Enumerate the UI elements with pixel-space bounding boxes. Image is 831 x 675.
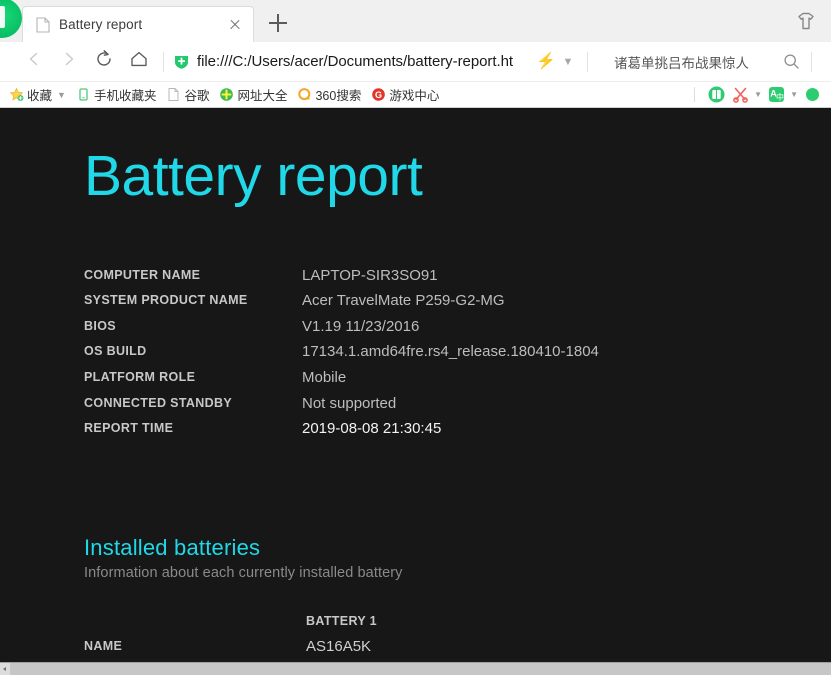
battery-report-page: Battery report COMPUTER NAME LAPTOP-SIR3… — [0, 108, 831, 662]
table-row: CONNECTED STANDBY Not supported — [84, 391, 599, 417]
scissors-screenshot-icon[interactable] — [729, 84, 751, 106]
home-icon — [129, 49, 149, 74]
bookmark-label: 谷歌 — [184, 85, 209, 104]
table-row: COMPUTER NAME LAPTOP-SIR3SO91 — [84, 263, 599, 289]
reload-button[interactable] — [88, 46, 119, 77]
reading-mode-icon[interactable] — [705, 84, 727, 106]
bookmarks-bar: 收藏 ▼ 手机收藏夹 谷歌 — [0, 82, 831, 108]
translate-icon[interactable]: A 中 — [765, 84, 787, 106]
table-row: REPORT TIME 2019-08-08 21:30:45 — [84, 416, 599, 442]
page-viewport: Battery report COMPUTER NAME LAPTOP-SIR3… — [0, 108, 831, 675]
svg-text:中: 中 — [776, 92, 784, 102]
orange-o-icon — [297, 87, 312, 102]
info-label: COMPUTER NAME — [84, 263, 302, 289]
tab-title: Battery report — [59, 17, 219, 32]
green-shield-plus-icon[interactable] — [173, 53, 190, 70]
horizontal-scrollbar[interactable] — [0, 662, 831, 675]
battery-label: NAME — [84, 634, 306, 659]
table-row: PLATFORM ROLE Mobile — [84, 365, 599, 391]
scroll-left-arrow-icon[interactable] — [0, 663, 10, 675]
bookmark-url-directory[interactable]: 网址大全 — [214, 84, 292, 106]
address-bar[interactable]: file:///C:/Users/acer/Documents/battery-… — [173, 47, 578, 77]
page-document-icon — [166, 87, 181, 102]
search-input[interactable]: 诸葛单挑吕布战果惊人 — [614, 52, 780, 72]
battery-info-table: BATTERY 1 NAME AS16A5K — [84, 609, 377, 659]
bookmark-label: 360搜索 — [315, 85, 361, 104]
info-label: SYSTEM PRODUCT NAME — [84, 288, 302, 314]
forward-button[interactable] — [53, 46, 84, 77]
table-row: BIOS V1.19 11/23/2016 — [84, 314, 599, 340]
bookmark-game-center[interactable]: G 游戏中心 — [366, 84, 444, 106]
svg-text:G: G — [375, 90, 382, 100]
chevron-down-icon[interactable]: ▼ — [558, 56, 578, 68]
info-label: REPORT TIME — [84, 416, 302, 442]
chevron-down-icon[interactable]: ▼ — [789, 90, 799, 99]
bookmark-label: 网址大全 — [237, 85, 287, 104]
info-value: Not supported — [302, 391, 599, 417]
red-g-circle-icon: G — [371, 87, 386, 102]
bookmark-mobile-favorites[interactable]: 手机收藏夹 — [71, 84, 162, 106]
extension-icon[interactable] — [801, 84, 823, 106]
section-heading: Installed batteries — [84, 535, 831, 561]
lightning-bolt-icon[interactable]: ⚡ — [536, 54, 556, 70]
t-shirt-icon[interactable] — [793, 8, 819, 34]
close-icon[interactable] — [225, 15, 245, 35]
bookmark-360-search[interactable]: 360搜索 — [292, 84, 366, 106]
search-box[interactable]: 诸葛单挑吕布战果惊人 — [597, 47, 802, 77]
table-row: OS BUILD 17134.1.amd64fre.rs4_release.18… — [84, 339, 599, 365]
info-label: BIOS — [84, 314, 302, 340]
bookmarks-bar-tools: ▼ A 中 ▼ — [686, 84, 823, 106]
bookmark-google[interactable]: 谷歌 — [161, 84, 214, 106]
navigation-toolbar: file:///C:/Users/acer/Documents/battery-… — [0, 42, 831, 82]
section-subheading: Information about each currently install… — [84, 565, 831, 581]
info-value: V1.19 11/23/2016 — [302, 314, 599, 340]
tab-strip: Battery report — [0, 0, 831, 42]
browser-window: Battery report — [0, 0, 831, 675]
empty-corner-cell — [84, 609, 306, 634]
info-value: Acer TravelMate P259-G2-MG — [302, 288, 599, 314]
360-browser-logo-icon[interactable] — [0, 0, 22, 38]
info-value: 17134.1.amd64fre.rs4_release.180410-1804 — [302, 339, 599, 365]
system-info-table: COMPUTER NAME LAPTOP-SIR3SO91 SYSTEM PRO… — [84, 263, 599, 442]
info-label: PLATFORM ROLE — [84, 365, 302, 391]
reload-icon — [94, 49, 114, 74]
bookmark-favorites[interactable]: 收藏 ▼ — [4, 84, 71, 106]
bookmark-label: 收藏 — [27, 85, 52, 104]
chevron-right-icon — [60, 50, 78, 73]
bookmark-label: 手机收藏夹 — [94, 85, 157, 104]
bookmark-label: 游戏中心 — [389, 85, 439, 104]
info-label: OS BUILD — [84, 339, 302, 365]
toolbar-divider — [163, 52, 164, 72]
star-icon — [9, 87, 24, 102]
toolbar-divider-3 — [811, 52, 812, 72]
table-row: SYSTEM PRODUCT NAME Acer TravelMate P259… — [84, 288, 599, 314]
info-value: LAPTOP-SIR3SO91 — [302, 263, 599, 289]
url-text: file:///C:/Users/acer/Documents/battery-… — [197, 53, 530, 70]
home-button[interactable] — [123, 46, 154, 77]
installed-batteries-section: Installed batteries Information about ea… — [84, 535, 831, 659]
tab-strip-right-controls — [793, 0, 831, 42]
phone-icon — [76, 87, 91, 102]
tab-battery-report[interactable]: Battery report — [22, 6, 254, 42]
table-header-row: BATTERY 1 — [84, 609, 377, 634]
battery-value: AS16A5K — [306, 634, 377, 659]
column-header: BATTERY 1 — [306, 609, 377, 634]
back-button[interactable] — [18, 46, 49, 77]
chevron-down-icon[interactable]: ▼ — [57, 90, 66, 100]
info-value: Mobile — [302, 365, 599, 391]
page-document-icon — [36, 17, 50, 33]
new-tab-button[interactable] — [261, 6, 295, 40]
info-value: 2019-08-08 21:30:45 — [302, 416, 599, 442]
scrollbar-track[interactable] — [10, 663, 831, 675]
chevron-left-icon — [25, 50, 43, 73]
green-plus-circle-icon — [219, 87, 234, 102]
chevron-down-icon[interactable]: ▼ — [753, 90, 763, 99]
toolbar-divider-2 — [587, 52, 588, 72]
info-label: CONNECTED STANDBY — [84, 391, 302, 417]
table-row: NAME AS16A5K — [84, 634, 377, 659]
search-icon[interactable] — [780, 53, 802, 70]
bookmarks-divider — [694, 87, 695, 102]
page-title: Battery report — [84, 145, 831, 208]
